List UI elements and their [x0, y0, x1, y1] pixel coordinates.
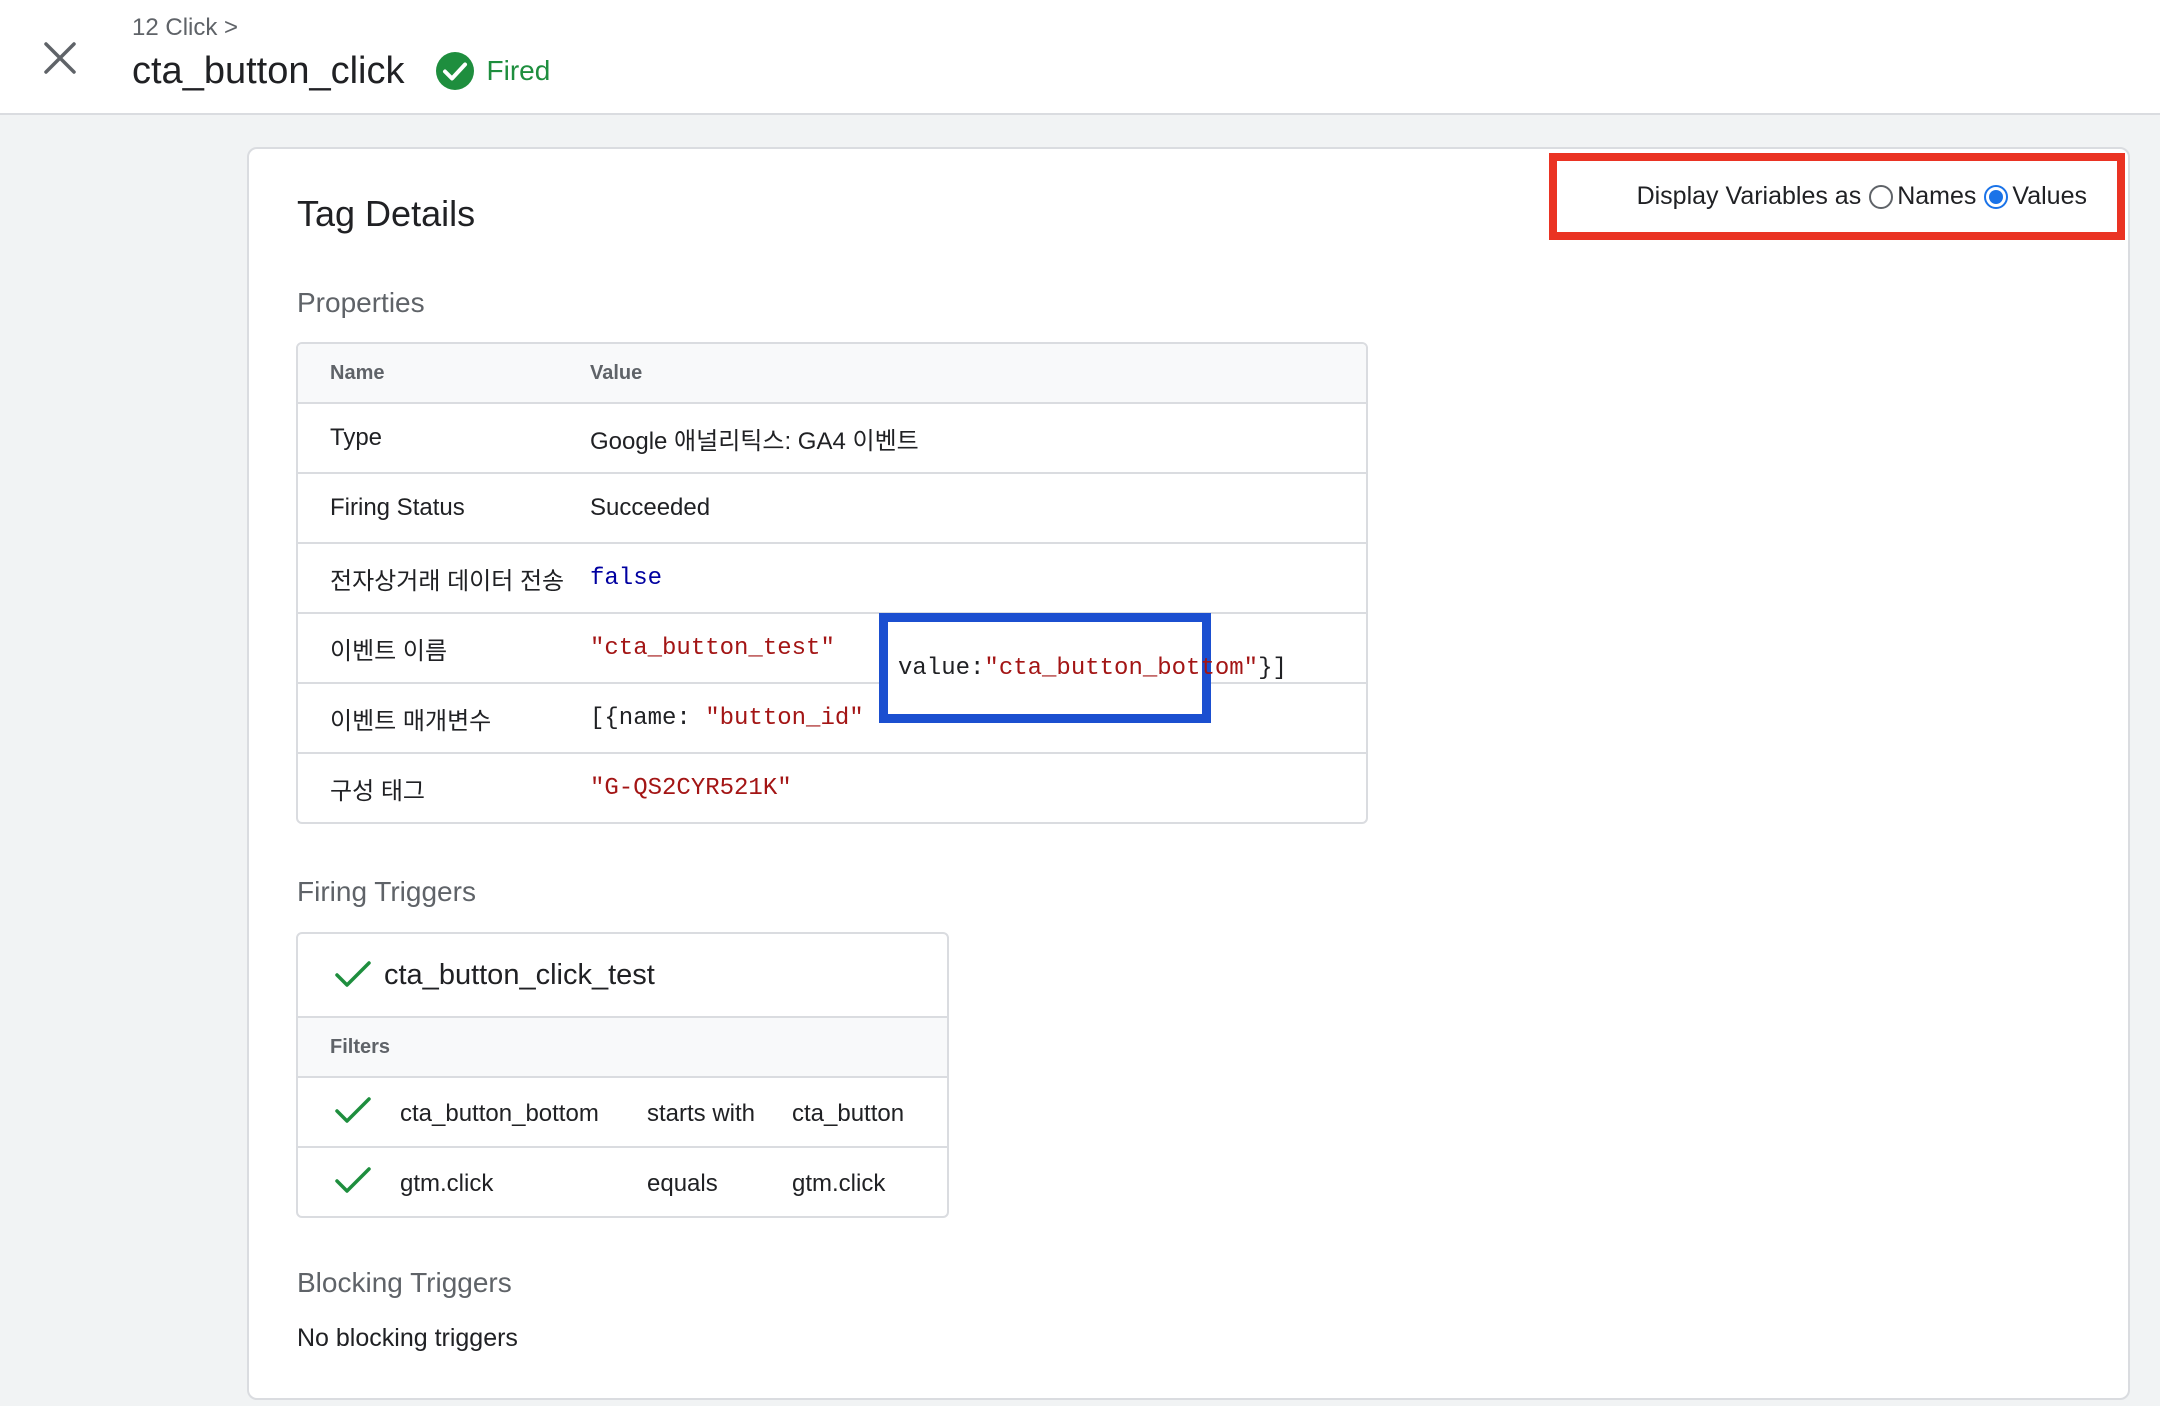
breadcrumb[interactable]: 12 Click > [132, 14, 238, 42]
column-header-value: Value [590, 361, 643, 384]
properties-section-label: Properties [297, 287, 425, 318]
property-name: 이벤트 이름 [330, 637, 448, 665]
property-value: "G-QS2CYR521K" [590, 774, 792, 802]
value-prefix: [{name: [590, 704, 706, 732]
table-row: 구성 태그 "G-QS2CYR521K" [298, 752, 1366, 822]
filter-variable: cta_button_bottom [400, 1100, 599, 1127]
column-header-name: Name [330, 361, 385, 384]
filters-header: Filters [298, 1016, 947, 1076]
close-button[interactable] [30, 28, 90, 88]
display-variables-label: Display Variables as [1636, 182, 1862, 210]
page-title: cta_button_click [132, 49, 405, 92]
value-suffix: }] [1258, 654, 1287, 682]
names-radio[interactable] [1869, 184, 1894, 209]
check-icon [335, 1097, 371, 1123]
value-string: "cta_button_bottom" [984, 654, 1259, 682]
property-name: 이벤트 매개변수 [330, 707, 492, 735]
highlight-box: value: "cta_button_bottom"}] [879, 613, 1287, 723]
status-badge: Fired [435, 51, 551, 91]
property-value: Google 애널리틱스: GA4 이벤트 [590, 427, 919, 455]
filter-value: gtm.click [792, 1170, 886, 1197]
display-variables-toggle: Display Variables as Names Values [1549, 153, 2125, 240]
names-radio-label[interactable]: Names [1897, 182, 1976, 211]
filter-operator: equals [647, 1170, 718, 1197]
firing-triggers-table: cta_button_click_test Filters cta_button… [296, 932, 949, 1218]
title-row: cta_button_click Fired [132, 46, 550, 96]
firing-triggers-section-label: Firing Triggers [297, 876, 476, 907]
trigger-header[interactable]: cta_button_click_test [298, 934, 947, 1016]
filter-variable: gtm.click [400, 1170, 494, 1197]
no-blocking-triggers-text: No blocking triggers [297, 1324, 518, 1352]
values-radio-label[interactable]: Values [2012, 182, 2087, 211]
filter-row: gtm.click equals gtm.click [298, 1146, 947, 1216]
blocking-triggers-section-label: Blocking Triggers [297, 1267, 512, 1298]
table-row: Firing Status Succeeded [298, 472, 1366, 542]
trigger-name: cta_button_click_test [384, 958, 655, 991]
properties-table: Name Value Type Google 애널리틱스: GA4 이벤트 Fi… [296, 342, 1368, 824]
value-string: "button_id" [705, 704, 864, 732]
property-name: 구성 태그 [330, 777, 425, 805]
filter-operator: starts with [647, 1100, 756, 1127]
value-key: value: [898, 654, 985, 682]
property-value: Succeeded [590, 494, 711, 521]
filter-value: cta_button [792, 1100, 905, 1127]
status-text: Fired [486, 55, 551, 86]
close-icon [44, 42, 76, 74]
check-icon [335, 1167, 371, 1193]
table-header-row: Name Value [298, 344, 1366, 402]
check-icon [335, 961, 371, 987]
values-radio[interactable] [1984, 184, 2009, 209]
top-header: 12 Click > cta_button_click Fired [0, 0, 2160, 115]
property-value: "cta_button_test" [590, 634, 835, 662]
check-circle-icon [435, 52, 474, 90]
property-value: false [590, 564, 663, 592]
table-row: Type Google 애널리틱스: GA4 이벤트 [298, 402, 1366, 472]
table-row: 전자상거래 데이터 전송 false [298, 542, 1366, 612]
card-title: Tag Details [297, 193, 476, 234]
tag-details-card: Tag Details Display Variables as Names V… [247, 147, 2130, 1400]
filter-row: cta_button_bottom starts with cta_button [298, 1076, 947, 1146]
property-name: 전자상거래 데이터 전송 [330, 567, 565, 595]
property-value: [{name: "button_id" [590, 705, 864, 732]
property-name: Type [330, 424, 383, 451]
property-name: Firing Status [330, 494, 465, 521]
